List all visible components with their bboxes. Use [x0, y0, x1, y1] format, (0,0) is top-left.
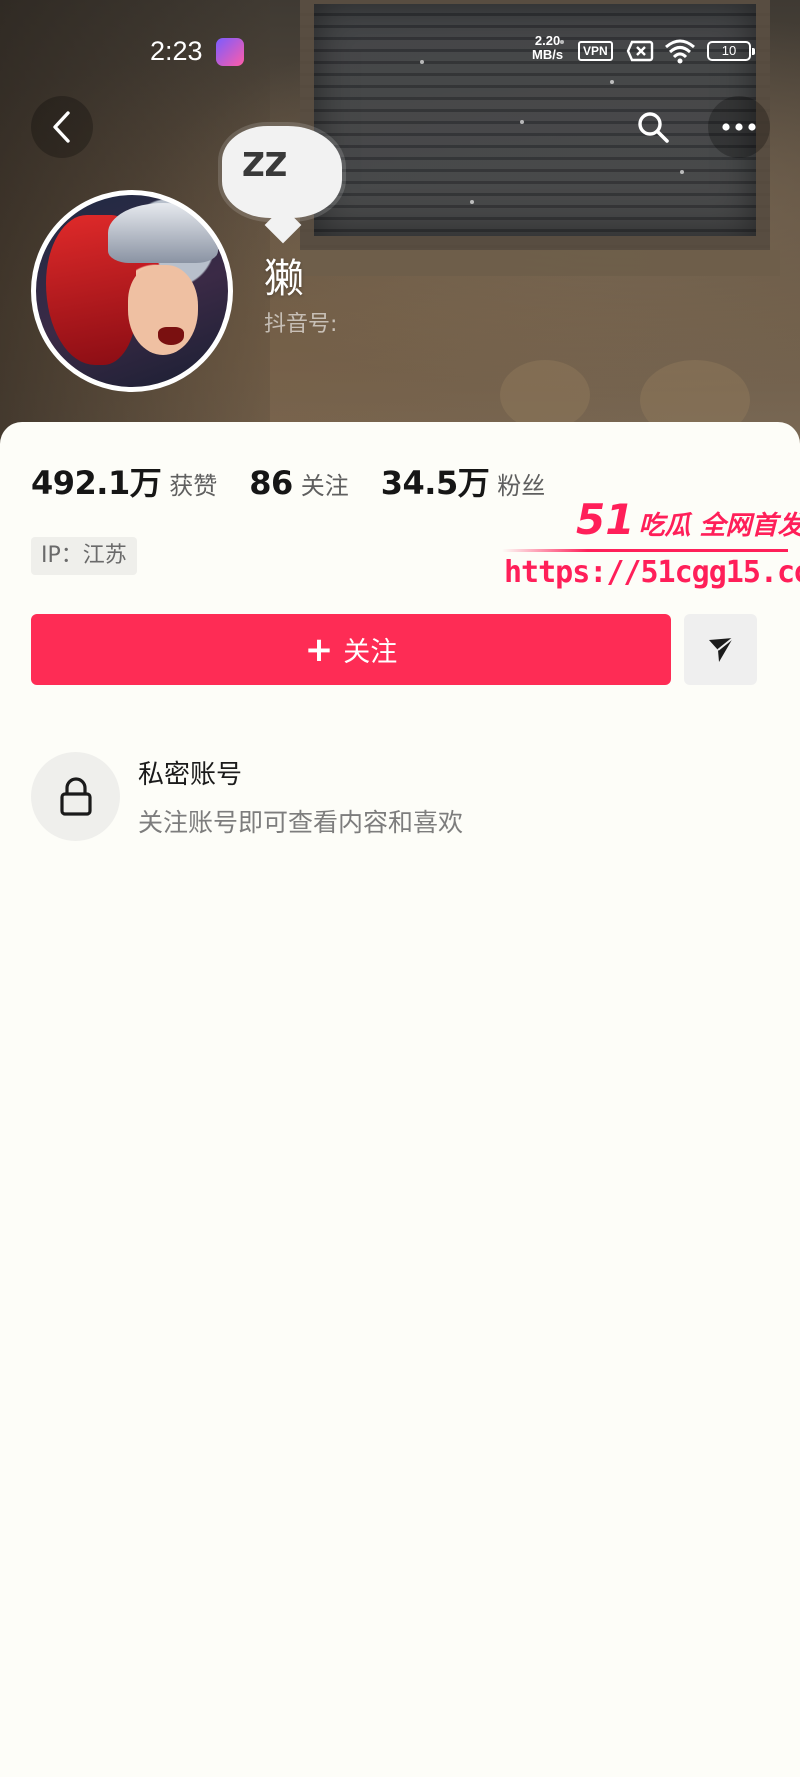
- more-icon: [722, 123, 756, 131]
- message-button[interactable]: [684, 614, 757, 685]
- watermark-number: 51: [576, 495, 635, 544]
- stat-value: 492.1万: [31, 464, 162, 502]
- ip-location-tag: IP：江苏: [31, 537, 137, 575]
- douyin-id-label[interactable]: 抖音号:: [264, 306, 337, 338]
- battery-indicator: 10: [707, 41, 755, 61]
- follow-label: 关注: [343, 637, 398, 668]
- avatar[interactable]: [31, 190, 233, 392]
- more-button[interactable]: [708, 96, 770, 158]
- stat-likes[interactable]: 492.1万 获赞: [31, 458, 217, 504]
- network-speed-value: 2.20: [534, 33, 561, 48]
- search-button[interactable]: [622, 96, 684, 158]
- stat-label: 获赞: [169, 472, 218, 500]
- lock-badge: [31, 752, 120, 841]
- private-account-notice: 私密账号 关注账号即可查看内容和喜欢: [31, 752, 463, 841]
- status-bar: 2:23 2.20 MB/s VPN 10: [0, 0, 800, 100]
- send-icon: [708, 636, 734, 662]
- sim-icon: [626, 40, 654, 62]
- profile-nickname: 獭: [264, 256, 304, 302]
- stats-row: 492.1万 获赞 86 关注 34.5万 粉丝: [31, 458, 577, 504]
- site-watermark: 51 吃瓜 全网首发 https://51cgg15.com: [498, 495, 800, 595]
- lock-icon: [59, 776, 92, 816]
- snow-dot: [470, 200, 474, 204]
- snow-dot: [680, 170, 684, 174]
- status-time: 2:23: [150, 36, 203, 66]
- watermark-text: 吃瓜 全网首发: [638, 511, 800, 541]
- cover-window-sill: [300, 250, 780, 276]
- watermark-url: https://51cgg15.com: [504, 555, 800, 590]
- stat-following[interactable]: 86 关注: [249, 464, 349, 502]
- stat-value: 86: [249, 464, 293, 502]
- private-title: 私密账号: [138, 760, 243, 790]
- private-subtitle: 关注账号即可查看内容和喜欢: [138, 808, 464, 837]
- watermark-divider: [502, 549, 788, 552]
- vpn-badge: VPN: [578, 41, 613, 61]
- follow-button[interactable]: + 关注: [31, 614, 671, 685]
- snow-dot: [520, 120, 524, 124]
- app-notification-icon: [216, 38, 244, 66]
- back-button[interactable]: [31, 96, 93, 158]
- plus-icon: +: [304, 629, 334, 670]
- cover-pot: [500, 360, 590, 430]
- stat-label: 关注: [300, 472, 349, 500]
- sleep-bubble-sticker: zz: [222, 126, 342, 244]
- wifi-icon: [665, 39, 695, 64]
- search-icon: [638, 112, 669, 143]
- back-arrow-icon: [53, 111, 70, 143]
- stat-value: 34.5万: [380, 464, 490, 502]
- watermark-title: 51 吃瓜 全网首发: [576, 495, 800, 544]
- network-speed: 2.20 MB/s: [532, 34, 563, 62]
- network-speed-unit: MB/s: [532, 47, 564, 62]
